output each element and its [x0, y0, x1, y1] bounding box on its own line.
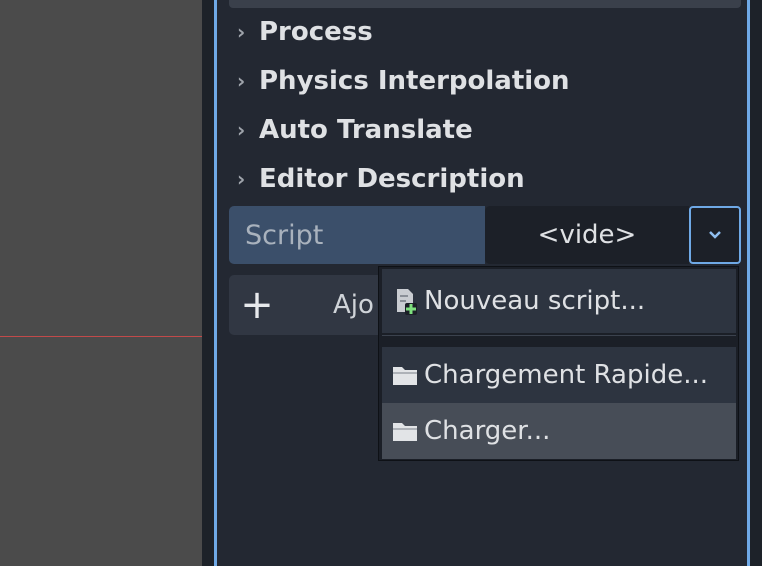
- menu-item-label: Nouveau script...: [424, 286, 646, 316]
- menu-item-load[interactable]: Charger...: [382, 403, 736, 459]
- menu-item-label: Charger...: [424, 416, 551, 446]
- add-component-button[interactable]: + Ajo: [229, 275, 389, 335]
- right-panel-edge: [750, 0, 762, 566]
- section-label: Process: [259, 17, 373, 47]
- section-label: Auto Translate: [259, 115, 473, 145]
- section-label: Editor Description: [259, 164, 525, 194]
- menu-item-label: Chargement Rapide...: [424, 360, 709, 390]
- new-script-icon: [390, 286, 420, 316]
- chevron-right-icon: ›: [237, 167, 246, 191]
- viewport-canvas[interactable]: [0, 0, 202, 566]
- section-process[interactable]: › Process: [237, 12, 373, 52]
- script-popup-menu: Nouveau script... Chargement Rapide... C…: [378, 266, 739, 461]
- menu-item-quick-load[interactable]: Chargement Rapide...: [382, 347, 736, 403]
- plus-icon: +: [240, 282, 274, 328]
- menu-separator: [382, 335, 736, 336]
- script-property-label: Script: [229, 206, 485, 264]
- script-value-field[interactable]: <vide>: [485, 206, 689, 264]
- folder-icon: [390, 416, 420, 446]
- viewport-guide-line: [0, 336, 202, 337]
- script-property: Script <vide>: [229, 206, 741, 264]
- add-component-label: Ajo: [333, 290, 374, 320]
- panel-splitter[interactable]: [202, 0, 214, 566]
- chevron-right-icon: ›: [237, 69, 246, 93]
- previous-section-edge: [229, 0, 741, 8]
- folder-icon: [390, 360, 420, 390]
- chevron-right-icon: ›: [237, 118, 246, 142]
- menu-item-new-script[interactable]: Nouveau script...: [382, 269, 736, 333]
- section-label: Physics Interpolation: [259, 66, 570, 96]
- chevron-right-icon: ›: [237, 20, 246, 44]
- section-editor-description[interactable]: › Editor Description: [237, 159, 525, 199]
- section-physics-interpolation[interactable]: › Physics Interpolation: [237, 61, 570, 101]
- script-dropdown-button[interactable]: [689, 206, 741, 264]
- section-auto-translate[interactable]: › Auto Translate: [237, 110, 473, 150]
- chevron-down-icon: [709, 231, 721, 239]
